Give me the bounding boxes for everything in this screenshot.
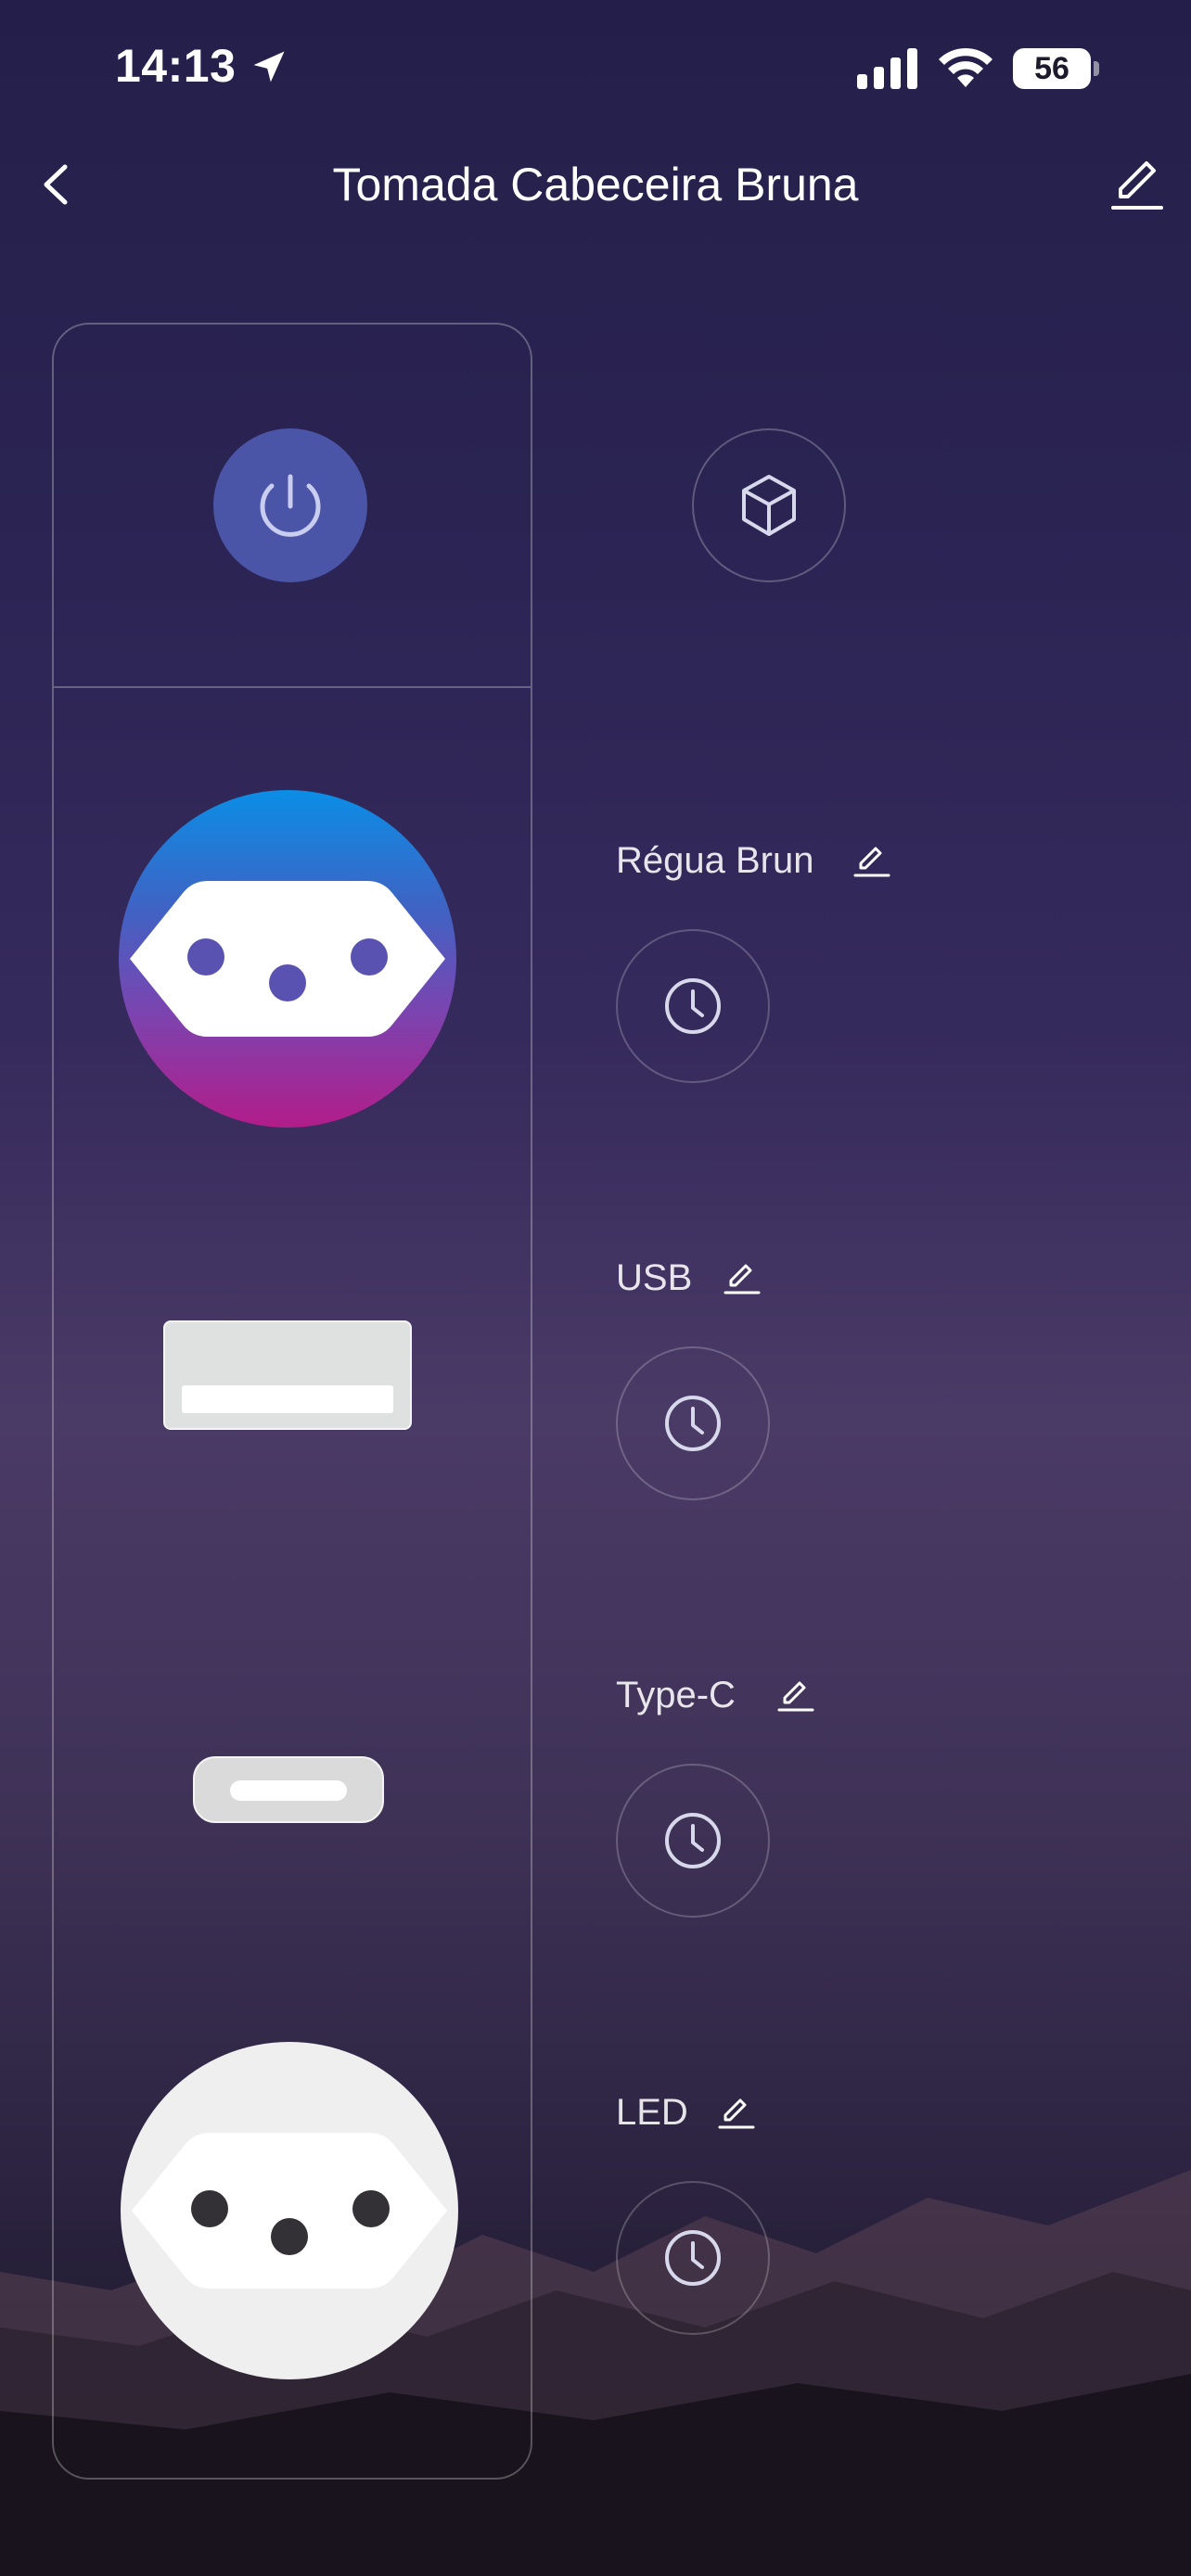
clock-icon bbox=[665, 1813, 721, 1868]
power-icon bbox=[260, 474, 321, 537]
usb-toggle[interactable] bbox=[163, 1320, 412, 1430]
edit-channel-pencil-icon[interactable] bbox=[724, 1259, 761, 1296]
page-title: Tomada Cabeceira Bruna bbox=[332, 159, 859, 210]
outlet-led-toggle[interactable] bbox=[121, 2042, 458, 2379]
power-button[interactable] bbox=[213, 428, 367, 582]
cube-icon bbox=[742, 475, 796, 536]
outlet-icon bbox=[130, 881, 445, 1037]
edit-channel-pencil-icon[interactable] bbox=[777, 1677, 814, 1714]
channel-label: LED bbox=[616, 2092, 688, 2133]
outlet-regua-brun-toggle[interactable] bbox=[119, 790, 456, 1128]
clock-icon bbox=[665, 978, 721, 1034]
status-time: 14:13 bbox=[115, 40, 237, 92]
clock-icon bbox=[665, 1396, 721, 1451]
edit-device-button[interactable] bbox=[1108, 154, 1167, 215]
channel-label: USB bbox=[616, 1257, 693, 1298]
battery-indicator: 56 bbox=[1013, 48, 1100, 89]
panel-divider bbox=[54, 686, 531, 688]
cellular-signal-icon bbox=[857, 48, 917, 89]
outlet-icon bbox=[132, 2133, 447, 2289]
channel-label: Régua Brun bbox=[616, 840, 814, 881]
timer-button[interactable] bbox=[616, 929, 770, 1083]
clock-icon bbox=[665, 2230, 721, 2286]
timer-button[interactable] bbox=[616, 1764, 770, 1918]
edit-channel-pencil-icon[interactable] bbox=[718, 2094, 755, 2131]
type-c-toggle[interactable] bbox=[193, 1756, 384, 1823]
battery-level: 56 bbox=[1034, 51, 1069, 86]
channel-label: Type-C bbox=[616, 1675, 736, 1715]
scene-button[interactable] bbox=[692, 428, 846, 582]
location-arrow-icon bbox=[253, 51, 285, 83]
timer-button[interactable] bbox=[616, 2181, 770, 2335]
wifi-icon bbox=[939, 47, 992, 87]
timer-button[interactable] bbox=[616, 1346, 770, 1500]
edit-channel-pencil-icon[interactable] bbox=[853, 842, 890, 879]
